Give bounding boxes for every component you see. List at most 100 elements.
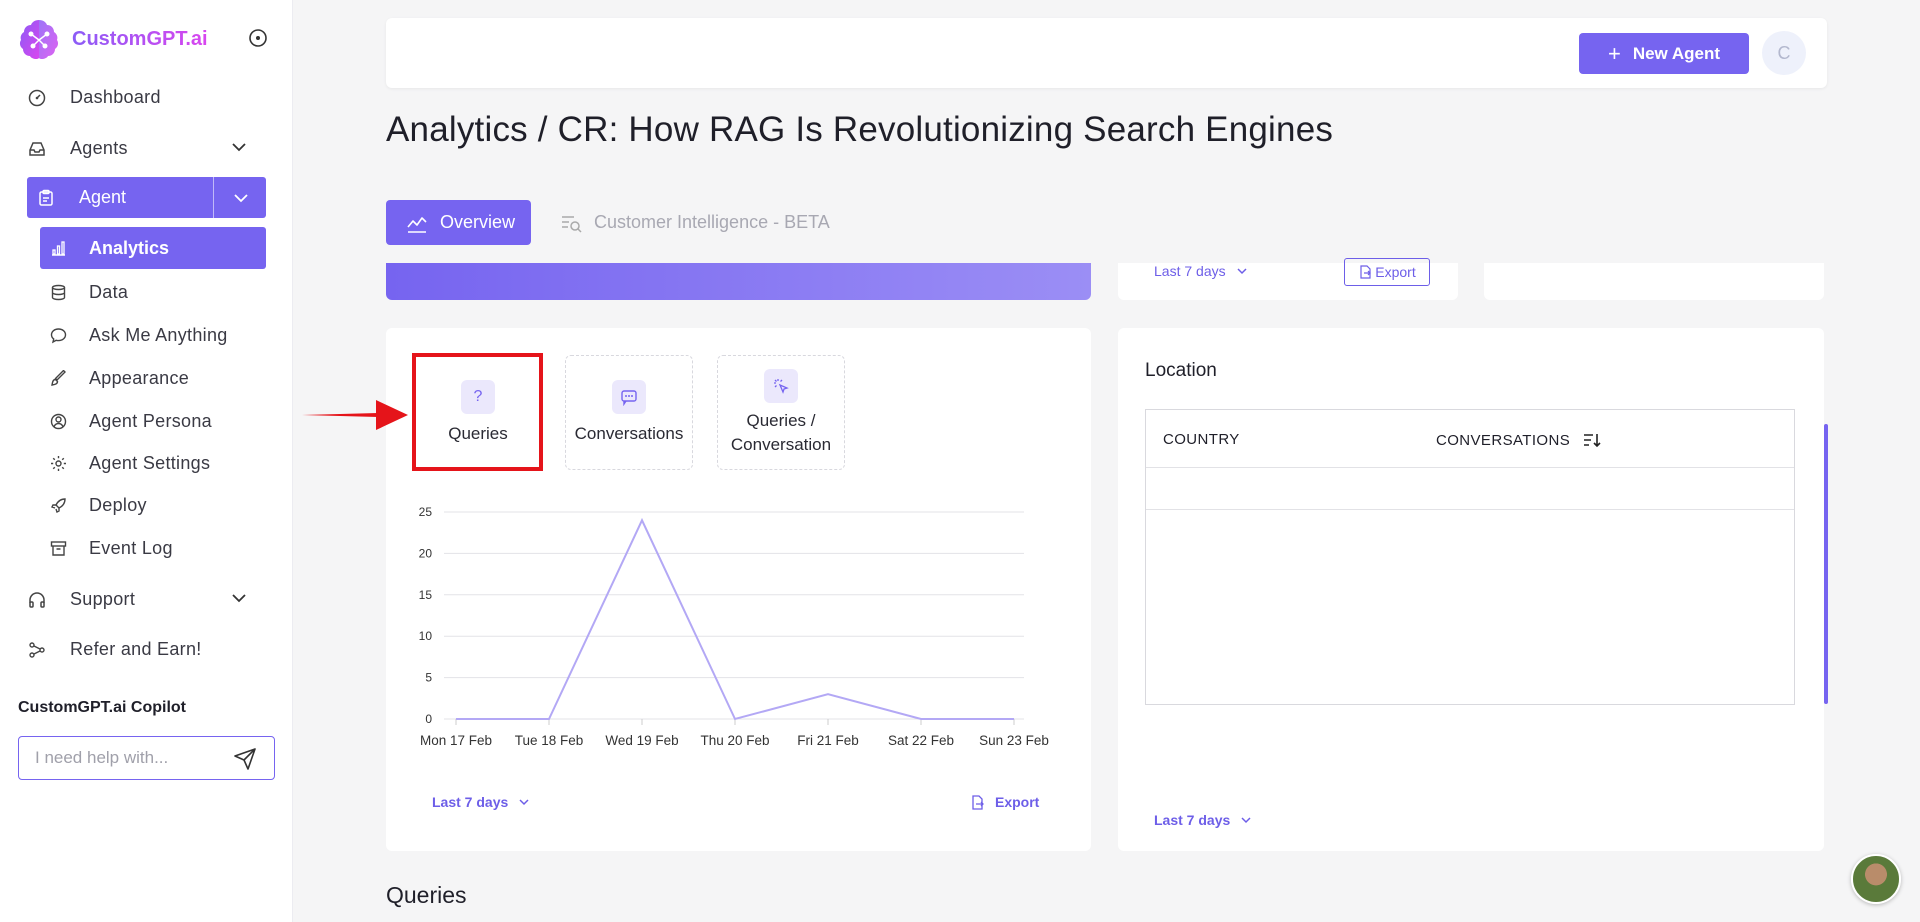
metric-conversations-label: Conversations [574,423,684,443]
chat-bubble-icon [50,328,67,344]
share-network-icon [29,641,45,658]
sidebar: CustomGPT.ai Dashboard Agents Agent Anal… [0,0,293,922]
send-icon[interactable] [233,747,257,771]
nav-data[interactable]: Data [50,282,128,303]
sort-descending-icon[interactable] [1582,430,1602,450]
metric-qpc-label-line1: Queries / [746,410,816,430]
queries-line-chart: 0 5 10 15 20 25 Mon 17 Feb Tue 18 Feb Wed 19 Feb… [419,505,1049,748]
chevron-down-icon[interactable] [230,589,248,607]
agents-icon [29,141,45,156]
collapse-sidebar-icon[interactable] [248,28,268,48]
metric-qpc-label-line2: Conversation [730,434,832,454]
clipboard-icon [39,189,53,206]
location-title: Location [1145,360,1217,381]
nav-ask-me-anything-label: Ask Me Anything [89,325,228,345]
column-conversations[interactable]: CONVERSATIONS [1436,430,1602,450]
user-circle-icon [50,413,67,430]
database-icon [51,284,66,301]
date-range-dropdown[interactable]: Last 7 days [1154,263,1248,279]
chevron-down-icon [519,799,529,806]
x-tick-label: Tue 18 Feb [515,733,584,748]
nav-refer-label: Refer and Earn! [70,639,202,659]
location-date-range-dropdown[interactable]: Last 7 days [1154,812,1252,828]
export-button[interactable]: Export [1344,258,1430,286]
nav-dashboard-label: Dashboard [70,87,161,107]
nav-agent-persona-label: Agent Persona [89,411,212,431]
nav-appearance-label: Appearance [89,368,190,388]
copilot-title: CustomGPT.ai Copilot [18,699,186,716]
x-tick-label: Sat 22 Feb [888,733,954,748]
nav-appearance[interactable]: Appearance [50,368,189,389]
stats-card: Last 7 days Export [1118,258,1458,300]
nav-deploy[interactable]: Deploy [50,495,147,516]
stats-card [1484,263,1824,300]
y-tick-label: 20 [419,546,433,560]
nav-agent-persona[interactable]: Agent Persona [50,411,212,432]
chevron-down-icon[interactable] [231,188,251,208]
brush-icon [51,370,66,386]
brand-logo[interactable]: CustomGPT.ai [16,16,208,62]
tab-overview[interactable]: Overview [386,200,531,245]
nav-agent-settings-label: Agent Settings [89,453,211,473]
nav-agent[interactable]: Agent [27,177,266,218]
metric-conversations-button[interactable]: Conversations [565,355,693,470]
y-tick-label: 10 [419,629,433,643]
brand-name: CustomGPT.ai [72,27,208,50]
chevron-down-icon[interactable] [230,138,248,156]
nav-agent-settings[interactable]: Agent Settings [50,453,210,474]
bar-chart-icon [52,240,65,256]
nav-analytics[interactable]: Analytics [40,227,266,269]
chevron-down-icon [1241,817,1251,824]
gear-icon [51,456,66,471]
archive-box-icon [50,541,67,556]
tab-customer-intelligence-label: Customer Intelligence - BETA [594,212,830,232]
nav-analytics-label: Analytics [89,237,170,258]
column-country[interactable]: COUNTRY [1163,431,1240,448]
nav-support[interactable]: Support [28,589,246,610]
highlight-box [412,353,543,471]
location-table-header: COUNTRY CONVERSATIONS [1146,410,1794,468]
x-tick-label: Wed 19 Feb [605,733,678,748]
metric-queries-per-conversation-button[interactable]: Queries / Conversation [717,355,845,470]
trend-chart-icon [407,216,427,233]
series-line [456,517,1014,721]
nav-support-label: Support [70,589,136,609]
scrollbar-thumb[interactable] [1824,424,1828,704]
chart-date-range-label: Last 7 days [432,794,509,810]
nav-deploy-label: Deploy [89,495,147,515]
page-title: Analytics / CR: How RAG Is Revolutionizi… [386,110,1334,149]
nav-agents[interactable]: Agents [28,138,246,159]
chart-date-range-dropdown[interactable]: Last 7 days [432,794,530,810]
support-chat-avatar[interactable] [1851,854,1901,904]
dashboard-icon [28,89,46,106]
x-tick-label: Thu 20 Feb [700,733,769,748]
location-date-range-label: Last 7 days [1154,812,1231,828]
nav-agents-label: Agents [70,138,128,158]
chart-export-button[interactable]: Export [970,794,1039,810]
table-row [1146,468,1794,510]
nav-ask-me-anything[interactable]: Ask Me Anything [50,325,228,346]
new-agent-label: New Agent [1632,43,1721,63]
queries-chart-card: ? Queries Conversations Queries / Conver… [386,328,1091,851]
location-table: COUNTRY CONVERSATIONS [1145,409,1795,705]
nav-data-label: Data [89,282,129,302]
x-tick-label: Fri 21 Feb [797,733,859,748]
copilot-input[interactable] [35,747,225,769]
tab-overview-label: Overview [440,212,516,232]
column-conversations-label: CONVERSATIONS [1436,431,1571,449]
new-agent-button[interactable]: + New Agent [1579,33,1749,74]
message-icon [612,379,646,414]
list-search-icon [562,215,582,233]
nav-refer-and-earn[interactable]: Refer and Earn! [28,639,202,660]
y-tick-label: 25 [419,505,433,519]
user-avatar[interactable]: C [1762,31,1806,75]
file-export-icon [1360,265,1372,279]
copilot-box [18,736,275,780]
nav-dashboard[interactable]: Dashboard [28,87,161,108]
top-bar: + New Agent C [386,18,1827,88]
x-tick-label: Mon 17 Feb [420,733,492,748]
nav-event-log[interactable]: Event Log [50,538,173,559]
chart-export-label: Export [995,794,1040,810]
cursor-click-icon [764,368,798,403]
tab-customer-intelligence[interactable]: Customer Intelligence - BETA [560,200,830,245]
